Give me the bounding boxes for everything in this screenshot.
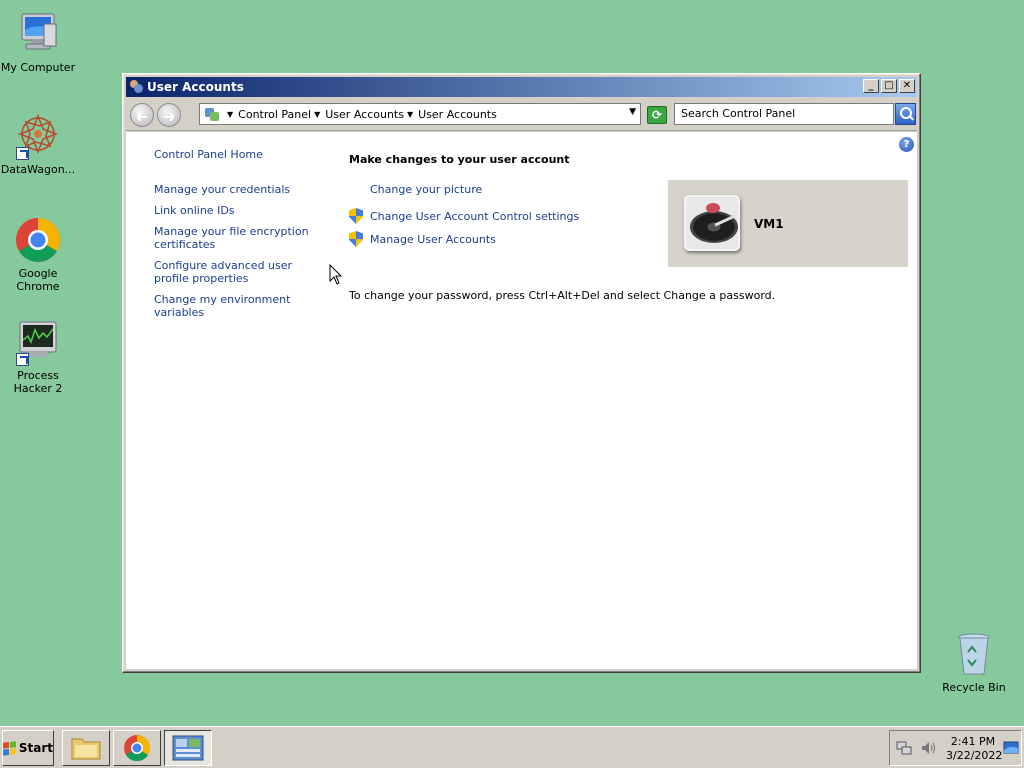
sidebar-link-environment-variables[interactable]: Change my environment variables [154,293,326,319]
start-button[interactable]: Start [2,730,54,766]
desktop-icon-google-chrome[interactable]: Google Chrome [0,216,76,293]
sidebar-link-control-panel-home[interactable]: Control Panel Home [154,148,326,161]
clock-time: 2:41 PM [950,735,996,748]
task-label[interactable]: Change your picture [370,183,482,196]
minimize-button[interactable]: _ [863,79,879,93]
help-icon[interactable]: ? [899,137,914,152]
chrome-icon [14,216,62,264]
uac-shield-icon [349,231,363,247]
content-pane: ? Control Panel Home Manage your credent… [126,132,917,669]
page-title: Make changes to your user account [349,153,570,166]
refresh-button[interactable]: ⟳ [647,106,667,124]
my-computer-icon [14,10,62,58]
chevron-right-icon[interactable]: ▼ [227,110,233,119]
breadcrumb-user-accounts[interactable]: User Accounts [325,108,404,121]
taskbar-explorer[interactable] [62,730,110,766]
breadcrumb-control-panel[interactable]: Control Panel [238,108,311,121]
refresh-icon: ⟳ [651,108,663,122]
task-label[interactable]: Change User Account Control settings [370,210,579,223]
chevron-right-icon[interactable]: ▼ [314,110,320,119]
maximize-button[interactable]: □ [881,79,897,93]
taskbar-clock[interactable]: 2:41 PM 3/22/2022 [946,735,1003,763]
task-manage-user-accounts[interactable]: Manage User Accounts [349,231,496,247]
window-title: User Accounts [147,80,244,94]
desktop-icon-process-hacker[interactable]: Process Hacker 2 [0,318,76,395]
user-accounts-window: User Accounts _ □ ✕ ▼ Control Panel ▼ Us… [122,73,921,673]
network-icon[interactable] [896,740,912,756]
task-change-picture[interactable]: Change your picture [370,183,482,196]
task-label[interactable]: Manage User Accounts [370,233,496,246]
back-button[interactable] [130,103,154,127]
task-uac-settings[interactable]: Change User Account Control settings [349,208,579,224]
desktop-icon-label: Process Hacker 2 [13,369,63,395]
task-sidebar: Control Panel Home Manage your credentia… [154,148,326,319]
desktop-icon-label: Google Chrome [16,267,60,293]
search-input[interactable]: Search Control Panel [674,103,894,125]
start-label: Start [18,741,53,755]
user-tile: VM1 [668,180,908,267]
sidebar-link-advanced-profile[interactable]: Configure advanced user profile properti… [154,259,326,285]
sidebar-link-manage-credentials[interactable]: Manage your credentials [154,183,326,196]
record-label-icon [706,203,720,213]
desktop-icon-datawagon[interactable]: DataWagon... [0,112,76,176]
window-controls: _ □ ✕ [861,79,915,93]
taskbar-control-panel[interactable] [164,730,212,766]
show-desktop-icon[interactable] [1003,741,1019,755]
control-panel-icon [172,735,204,761]
control-panel-icon [204,106,220,122]
back-arrow-icon [135,111,147,122]
desktop-icon-label: My Computer [0,61,76,74]
close-button[interactable]: ✕ [899,79,915,93]
address-dropdown-icon[interactable]: ▼ [629,107,636,117]
taskbar-chrome[interactable] [113,730,161,766]
user-name: VM1 [754,217,784,231]
address-bar[interactable]: ▼ Control Panel ▼ User Accounts ▼ User A… [199,103,641,125]
navigation-toolbar: ▼ Control Panel ▼ User Accounts ▼ User A… [126,99,917,131]
system-tray: 2:41 PM 3/22/2022 [889,730,1022,766]
desktop-icon-label: DataWagon... [0,163,76,176]
chevron-right-icon[interactable]: ▼ [407,110,413,119]
password-info-text: To change your password, press Ctrl+Alt+… [349,289,776,302]
window-titlebar[interactable]: User Accounts _ □ ✕ [126,77,917,97]
shortcut-arrow-icon [16,353,29,366]
search-icon[interactable] [895,103,916,125]
folder-icon [71,738,101,760]
user-accounts-icon [128,79,144,95]
uac-shield-icon [349,208,363,224]
sidebar-link-file-encryption[interactable]: Manage your file encryption certificates [154,225,326,251]
forward-arrow-icon [164,111,176,122]
volume-icon[interactable] [920,740,936,756]
recycle-bin-icon [950,630,998,678]
shortcut-arrow-icon [16,147,29,160]
process-hacker-icon [14,318,62,366]
clock-date: 3/22/2022 [946,749,1003,762]
datawagon-icon [14,112,62,160]
desktop-icon-my-computer[interactable]: My Computer [0,10,76,74]
windows-logo-icon [3,740,16,756]
breadcrumb-user-accounts-current[interactable]: User Accounts [418,108,497,121]
mouse-cursor-icon [329,264,342,285]
taskbar: Start 2:41 PM 3/22/2022 [0,726,1024,768]
forward-button[interactable] [157,103,181,127]
main-area: Make changes to your user account Change… [349,153,909,302]
user-picture[interactable] [684,195,740,251]
desktop-icon-recycle-bin[interactable]: Recycle Bin [936,630,1012,694]
desktop-icon-label: Recycle Bin [942,681,1006,694]
chrome-icon [124,734,151,762]
sidebar-link-online-ids[interactable]: Link online IDs [154,204,326,217]
